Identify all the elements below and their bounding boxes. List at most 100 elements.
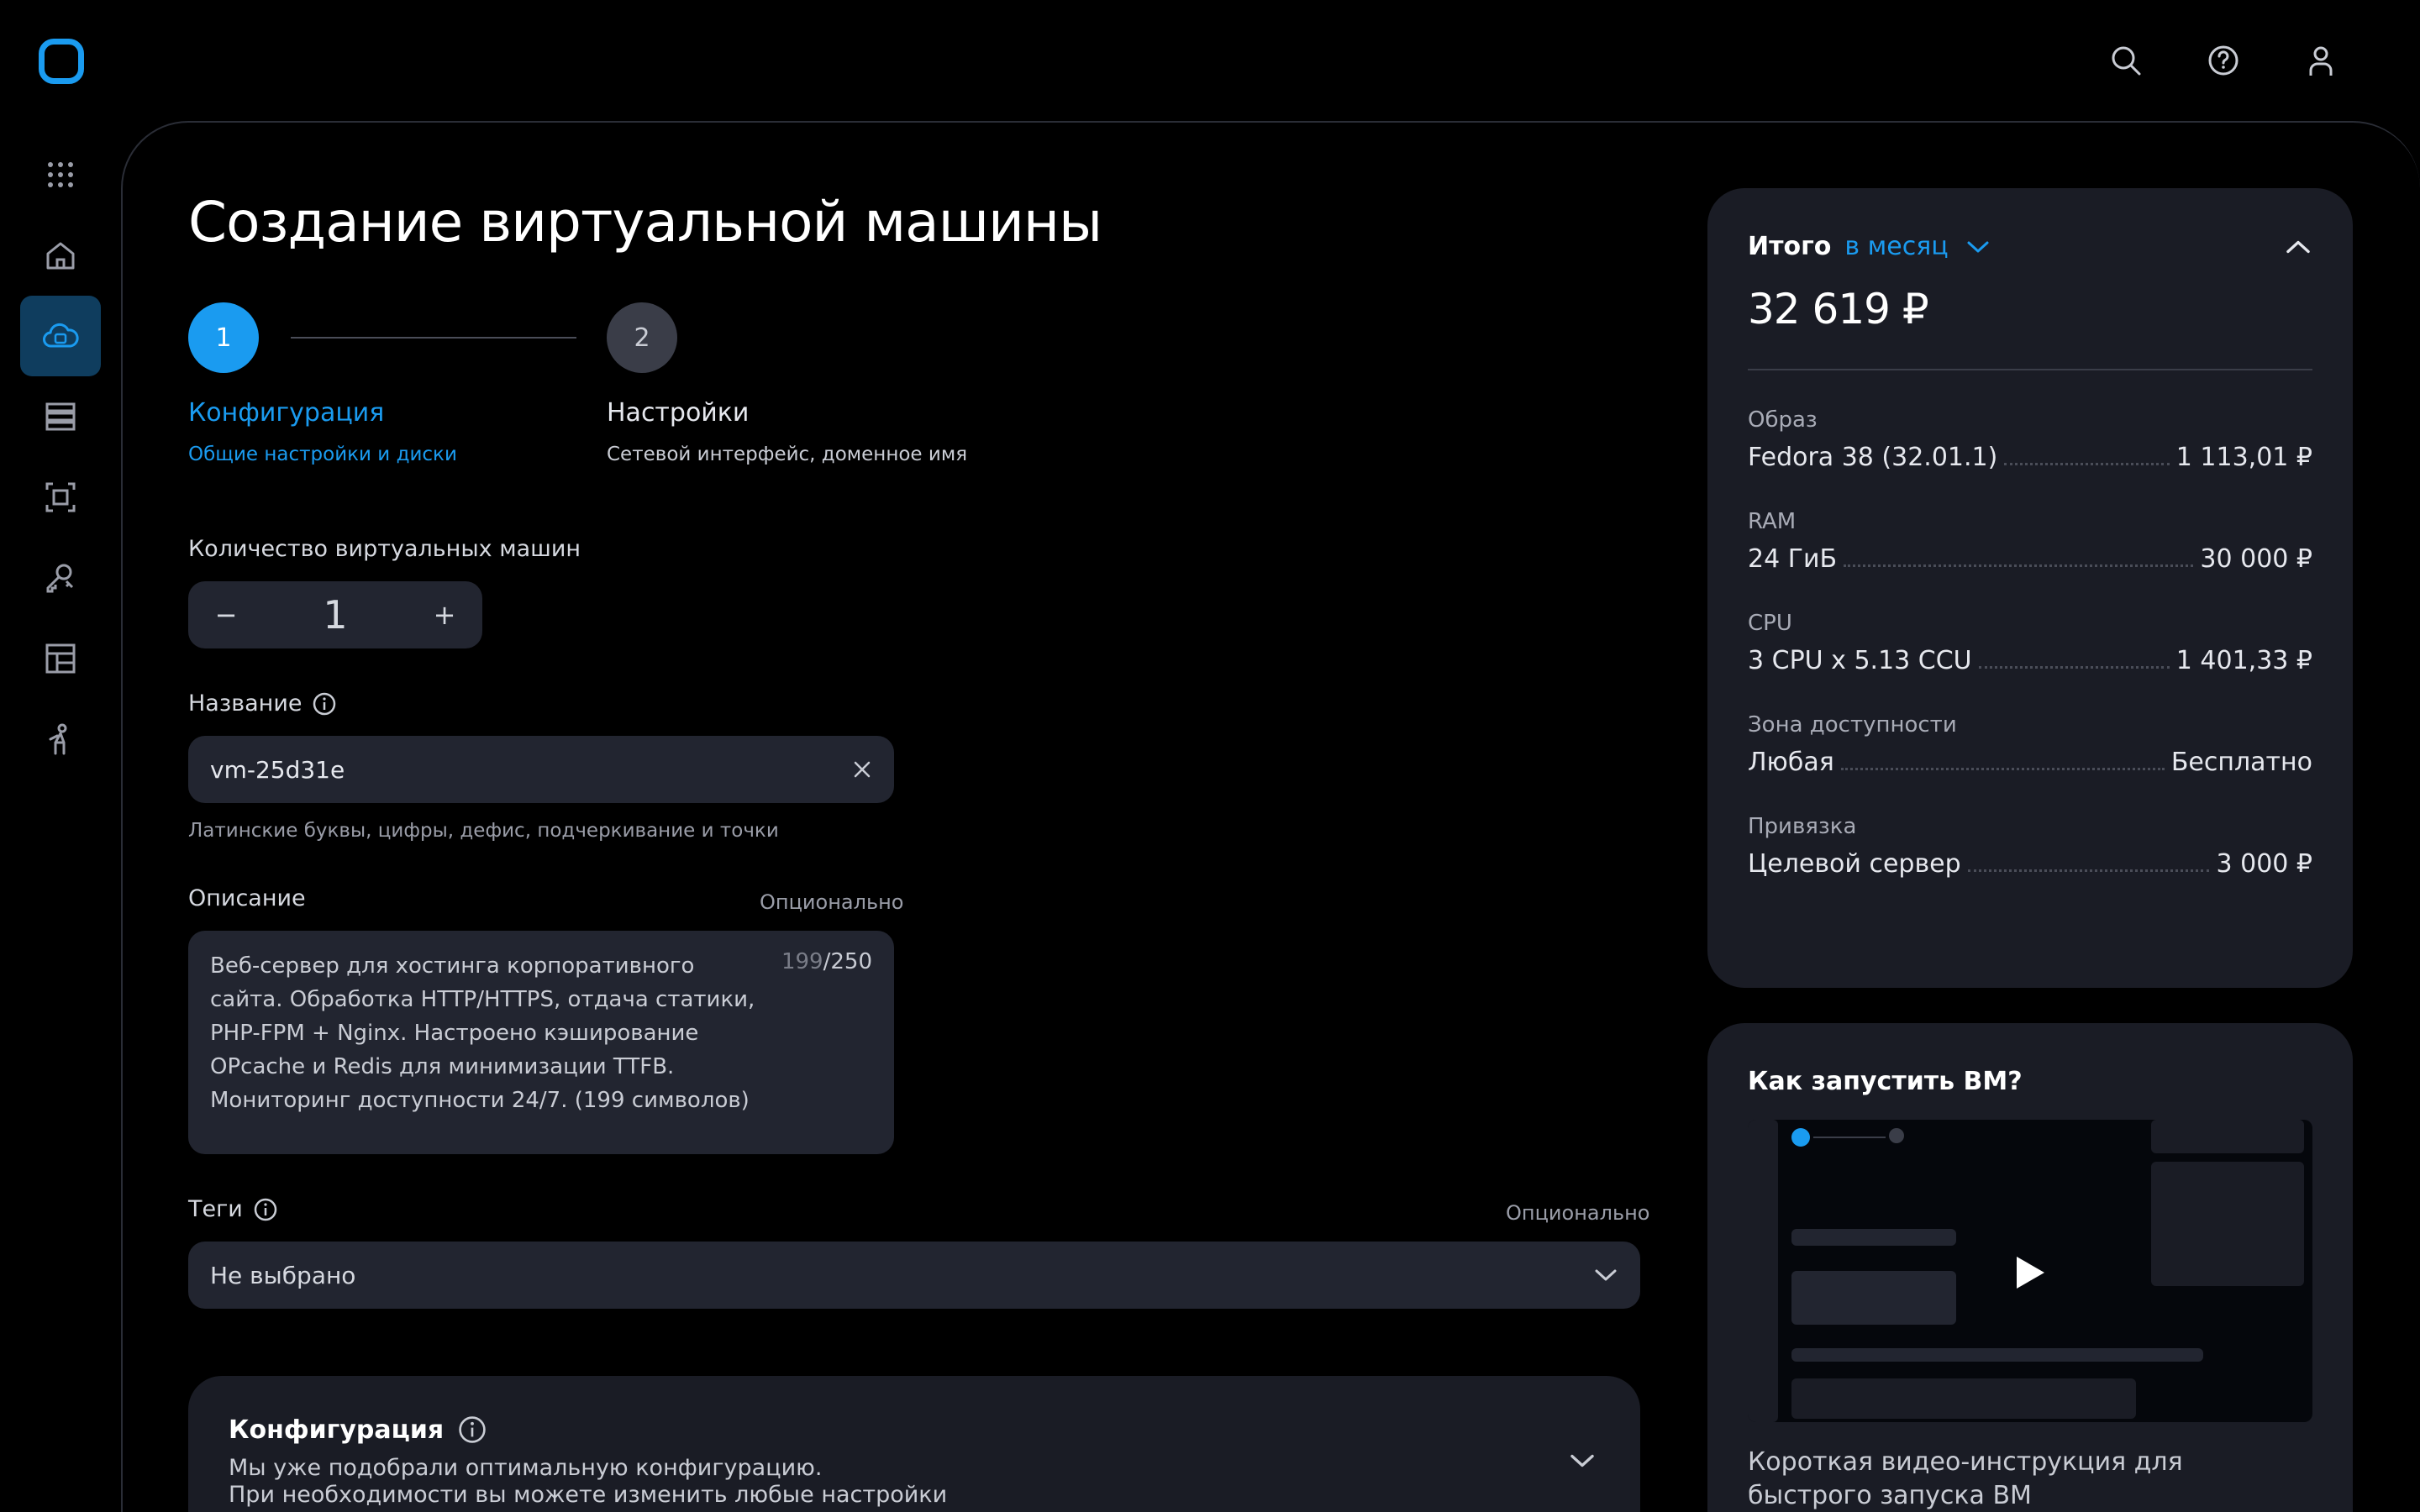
summary-row-price: 1 113,01 ₽ bbox=[2175, 443, 2312, 472]
step-1-title[interactable]: Конфигурация bbox=[188, 398, 384, 428]
chevron-down-icon[interactable] bbox=[1965, 239, 1991, 255]
step-2-title[interactable]: Настройки bbox=[607, 398, 749, 428]
tags-optional: Опционально bbox=[1506, 1201, 1650, 1225]
summary-header: Итого в месяц bbox=[1748, 232, 2312, 261]
info-icon[interactable] bbox=[457, 1415, 487, 1445]
summary-row-price: 3 000 ₽ bbox=[2216, 849, 2312, 879]
thumb-step-line bbox=[1813, 1137, 1886, 1138]
description-label-text: Описание bbox=[188, 885, 306, 911]
summary-row: Зона доступности Любая Бесплатно bbox=[1748, 712, 2312, 777]
summary-title: Итого bbox=[1748, 232, 1832, 261]
name-input-value[interactable]: vm-25d31e bbox=[210, 756, 345, 784]
tags-label: Теги bbox=[188, 1196, 278, 1222]
support-icon[interactable] bbox=[20, 699, 101, 780]
dotted-leader bbox=[1967, 869, 2210, 872]
chevron-up-icon[interactable] bbox=[2284, 238, 2312, 256]
cloud-icon[interactable] bbox=[20, 296, 101, 376]
play-icon[interactable] bbox=[2013, 1254, 2047, 1291]
summary-row-label: CPU bbox=[1748, 611, 1792, 636]
thumb-sidebar bbox=[1748, 1120, 1778, 1422]
logo[interactable] bbox=[39, 39, 84, 84]
step-1-indicator[interactable]: 1 bbox=[188, 302, 259, 373]
description-optional: Опционально bbox=[760, 890, 904, 914]
thumb-input bbox=[1791, 1229, 1956, 1246]
tags-select-value[interactable]: Не выбрано bbox=[210, 1262, 355, 1289]
video-caption: Короткая видео-инструкция для быстрого з… bbox=[1748, 1447, 2183, 1510]
vm-count-label-text: Количество виртуальных машин bbox=[188, 536, 581, 562]
name-hint: Латинские буквы, цифры, дефис, подчеркив… bbox=[188, 820, 779, 842]
configuration-description: Мы уже подобрали оптимальную конфигураци… bbox=[229, 1455, 1600, 1509]
thumb-step-1 bbox=[1791, 1128, 1810, 1147]
summary-row-price: Бесплатно bbox=[2170, 748, 2312, 777]
search-icon[interactable] bbox=[2102, 37, 2149, 84]
dotted-leader bbox=[1840, 768, 2165, 770]
keys-icon[interactable] bbox=[20, 538, 101, 618]
chevron-down-icon[interactable] bbox=[1593, 1267, 1618, 1284]
summary-row-name: Fedora 38 (32.01.1) bbox=[1748, 443, 1998, 472]
thumb-step-2 bbox=[1889, 1128, 1904, 1143]
configuration-title-row: Конфигурация bbox=[229, 1415, 1600, 1445]
summary-row-label: Привязка bbox=[1748, 814, 1857, 839]
help-icon[interactable] bbox=[2200, 37, 2247, 84]
configuration-line-1: Мы уже подобрали оптимальную конфигураци… bbox=[229, 1455, 823, 1481]
summary-card: Итого в месяц 32 619 ₽ Образ Fedora 38 (… bbox=[1707, 188, 2353, 988]
layout-icon[interactable] bbox=[20, 618, 101, 699]
thumb-video-card bbox=[2151, 1162, 2304, 1286]
char-counter: 199/250 bbox=[781, 949, 872, 974]
thumb-config bbox=[1791, 1378, 2136, 1419]
summary-row: RAM 24 ГиБ 30 000 ₽ bbox=[1748, 509, 2312, 574]
home-icon[interactable] bbox=[20, 215, 101, 296]
frame-icon[interactable] bbox=[20, 457, 101, 538]
servers-icon[interactable] bbox=[20, 376, 101, 457]
video-title: Как запустить ВМ? bbox=[1748, 1067, 2023, 1096]
summary-row: Привязка Целевой сервер 3 000 ₽ bbox=[1748, 814, 2312, 879]
summary-row-name: Любая bbox=[1748, 748, 1834, 777]
info-icon[interactable] bbox=[253, 1197, 278, 1222]
description-textarea[interactable]: Веб-сервер для хостинга корпоративного с… bbox=[188, 931, 894, 1154]
summary-row-price: 1 401,33 ₽ bbox=[2175, 646, 2312, 675]
configuration-title: Конфигурация bbox=[229, 1415, 445, 1445]
step-1-subtitle: Общие настройки и диски bbox=[188, 444, 457, 465]
step-2-indicator[interactable]: 2 bbox=[607, 302, 677, 373]
description-label: Описание bbox=[188, 885, 306, 911]
vm-count-value[interactable]: 1 bbox=[323, 592, 347, 638]
info-icon[interactable] bbox=[312, 691, 337, 717]
user-icon[interactable] bbox=[2297, 37, 2344, 84]
name-label: Название bbox=[188, 690, 337, 717]
char-max: /250 bbox=[823, 949, 872, 974]
clear-icon[interactable] bbox=[852, 759, 872, 780]
name-input[interactable]: vm-25d31e bbox=[188, 736, 894, 803]
summary-row-line: 3 CPU x 5.13 CCU 1 401,33 ₽ bbox=[1748, 646, 2312, 675]
summary-row: Образ Fedora 38 (32.01.1) 1 113,01 ₽ bbox=[1748, 407, 2312, 472]
summary-row: CPU 3 CPU x 5.13 CCU 1 401,33 ₽ bbox=[1748, 611, 2312, 675]
summary-row-name: 24 ГиБ bbox=[1748, 544, 1838, 574]
summary-divider bbox=[1748, 369, 2312, 370]
summary-total: 32 619 ₽ bbox=[1748, 285, 1929, 333]
summary-row-label: Образ bbox=[1748, 407, 1818, 433]
configuration-line-2: При необходимости вы можете изменить люб… bbox=[229, 1482, 948, 1508]
thumb-summary bbox=[2151, 1120, 2304, 1153]
summary-row-line: 24 ГиБ 30 000 ₽ bbox=[1748, 544, 2312, 574]
name-label-text: Название bbox=[188, 690, 302, 717]
chevron-down-icon[interactable] bbox=[1568, 1452, 1597, 1470]
step-2-subtitle: Сетевой интерфейс, доменное имя bbox=[607, 444, 968, 465]
summary-row-label: RAM bbox=[1748, 509, 1797, 534]
dotted-leader bbox=[2004, 463, 2170, 465]
thumb-textarea bbox=[1791, 1271, 1956, 1325]
increment-button[interactable]: + bbox=[432, 599, 457, 631]
page-title: Создание виртуальной машины bbox=[188, 190, 1102, 255]
apps-grid-icon[interactable] bbox=[20, 134, 101, 215]
thumb-select bbox=[1791, 1348, 2203, 1362]
description-value[interactable]: Веб-сервер для хостинга корпоративного с… bbox=[210, 949, 765, 1117]
top-toolbar bbox=[2102, 37, 2344, 84]
tags-label-text: Теги bbox=[188, 1196, 243, 1222]
video-thumbnail[interactable] bbox=[1748, 1120, 2312, 1422]
configuration-card[interactable]: Конфигурация Мы уже подобрали оптимальну… bbox=[188, 1376, 1640, 1512]
tags-select[interactable]: Не выбрано bbox=[188, 1242, 1640, 1309]
summary-row-name: 3 CPU x 5.13 CCU bbox=[1748, 646, 1972, 675]
vm-count-label: Количество виртуальных машин bbox=[188, 536, 581, 562]
summary-row-line: Любая Бесплатно bbox=[1748, 748, 2312, 777]
decrement-button[interactable]: − bbox=[213, 599, 239, 631]
period-selector[interactable]: в месяц bbox=[1844, 232, 1948, 261]
step-connector bbox=[291, 337, 576, 339]
